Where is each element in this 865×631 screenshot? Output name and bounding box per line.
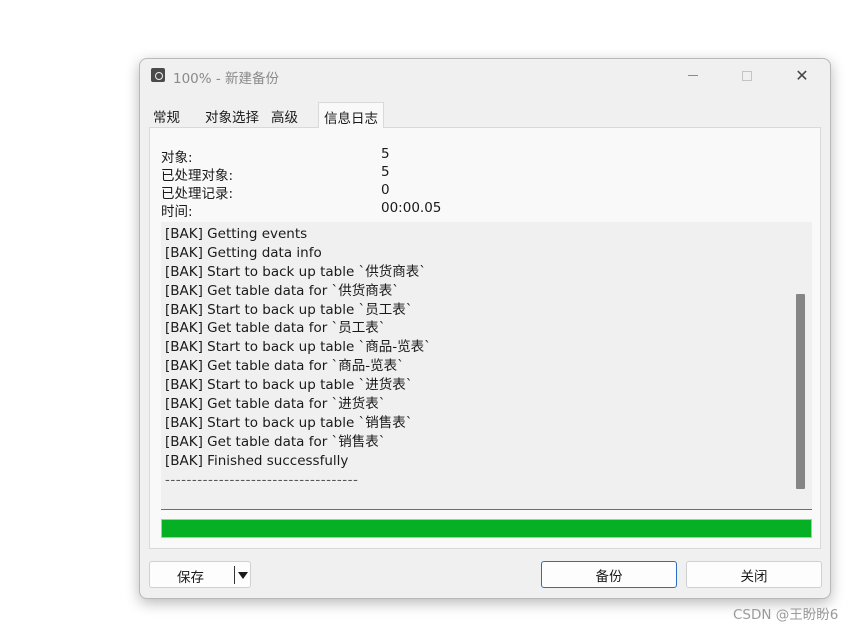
stat-row-processed-objects: 已处理对象: 5 bbox=[161, 164, 561, 184]
maximize-button[interactable] bbox=[724, 59, 770, 92]
log-line: [BAK] Start to back up table `销售表` bbox=[165, 414, 413, 431]
log-line: [BAK] Get table data for `员工表` bbox=[165, 320, 386, 337]
stat-label: 时间: bbox=[161, 204, 193, 220]
log-line: [BAK] Get table data for `商品-览表` bbox=[165, 358, 404, 375]
log-scrollbar-thumb[interactable] bbox=[796, 294, 805, 489]
log-line: [BAK] Start to back up table `商品-览表` bbox=[165, 339, 431, 356]
log-line: [BAK] Getting data info bbox=[165, 244, 322, 261]
save-split-button[interactable]: 保存 bbox=[149, 561, 251, 588]
stat-value: 0 bbox=[381, 182, 390, 198]
backup-dialog-window: 100% - 新建备份 ✕ 常规 对象选择 高级 信息日志 对象: 5 已处理对… bbox=[139, 58, 831, 599]
stat-row-time: 时间: 00:00.05 bbox=[161, 200, 561, 220]
stat-label: 已处理对象: bbox=[161, 168, 234, 184]
stat-label: 对象: bbox=[161, 150, 193, 166]
title-bar[interactable]: 100% - 新建备份 ✕ bbox=[140, 59, 830, 92]
stat-row-processed-records: 已处理记录: 0 bbox=[161, 182, 561, 202]
log-line: [BAK] Get table data for `供货商表` bbox=[165, 282, 400, 299]
info-log-panel: 对象: 5 已处理对象: 5 已处理记录: 0 时间: 00:00.05 [BA… bbox=[149, 127, 821, 549]
log-line: [BAK] Finished successfully bbox=[165, 452, 349, 469]
backup-button[interactable]: 备份 bbox=[541, 561, 677, 588]
tab-general[interactable]: 常规 bbox=[149, 103, 184, 127]
log-line: [BAK] Get table data for `销售表` bbox=[165, 433, 386, 450]
tab-info-log[interactable]: 信息日志 bbox=[318, 102, 384, 128]
log-line: [BAK] Getting events bbox=[165, 226, 308, 242]
log-line: [BAK] Start to back up table `进货表` bbox=[165, 377, 413, 394]
log-lines: [BAK] Getting events [BAK] Getting data … bbox=[165, 225, 431, 489]
close-button[interactable]: 关闭 bbox=[686, 561, 822, 588]
watermark: CSDN @王盼盼6 bbox=[733, 607, 839, 623]
progress-fill bbox=[162, 520, 811, 537]
log-line: [BAK] Get table data for `进货表` bbox=[165, 396, 386, 413]
app-icon bbox=[151, 68, 165, 82]
stat-value: 5 bbox=[381, 164, 390, 180]
log-line: [BAK] Start to back up table `员工表` bbox=[165, 301, 413, 318]
tab-advanced[interactable]: 高级 bbox=[267, 103, 302, 127]
tab-object-selection[interactable]: 对象选择 bbox=[201, 103, 263, 127]
save-button-label: 保存 bbox=[177, 570, 204, 586]
split-divider bbox=[234, 566, 235, 584]
stat-row-objects: 对象: 5 bbox=[161, 146, 561, 166]
stat-value: 00:00.05 bbox=[381, 200, 442, 216]
close-window-button[interactable]: ✕ bbox=[779, 59, 825, 92]
progress-bar bbox=[161, 519, 812, 538]
stat-label: 已处理记录: bbox=[161, 186, 234, 202]
log-separator: ------------------------------------ bbox=[165, 471, 359, 488]
stat-value: 5 bbox=[381, 146, 390, 162]
log-line: [BAK] Start to back up table `供货商表` bbox=[165, 263, 427, 280]
minimize-button[interactable] bbox=[670, 59, 716, 92]
log-scrollbar[interactable] bbox=[791, 222, 808, 509]
chevron-down-icon[interactable] bbox=[238, 572, 248, 579]
close-icon: ✕ bbox=[795, 65, 809, 85]
window-title: 100% - 新建备份 bbox=[173, 71, 280, 87]
minimize-icon bbox=[688, 75, 698, 76]
maximize-icon bbox=[742, 70, 752, 81]
log-output[interactable]: [BAK] Getting events [BAK] Getting data … bbox=[161, 222, 812, 510]
